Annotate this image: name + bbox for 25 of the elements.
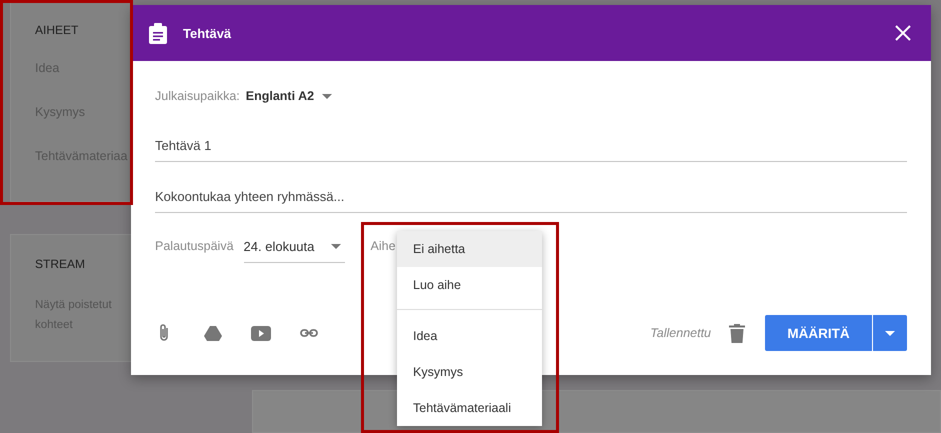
due-date-select[interactable]: 24. elokuuta	[244, 239, 345, 263]
class-selector[interactable]: Englanti A2	[246, 89, 314, 103]
clipboard-icon	[149, 22, 167, 44]
assign-button[interactable]: MÄÄRITÄ	[765, 315, 872, 351]
saved-status: Tallennettu	[650, 326, 711, 340]
dialog-title: Tehtävä	[183, 26, 232, 40]
instructions-field[interactable]: Kokoontukaa yhteen ryhmässä...	[155, 189, 907, 213]
title-field[interactable]: Tehtävä 1	[155, 138, 907, 162]
menu-item[interactable]: Ei aihetta	[397, 231, 542, 267]
close-button[interactable]	[893, 23, 913, 43]
drive-icon[interactable]	[203, 323, 223, 343]
card-heading: AIHEET	[35, 23, 80, 37]
card-heading: STREAM	[35, 257, 86, 271]
caret-icon	[885, 330, 895, 336]
caret-icon[interactable]	[322, 94, 332, 98]
video-icon[interactable]	[251, 323, 271, 343]
menu-item[interactable]: Tehtävämateriaali	[397, 390, 542, 426]
menu-item[interactable]: Luo aihe	[397, 267, 542, 303]
due-date-label: Palautuspäivä	[155, 239, 234, 253]
post-to-label: Julkaisupaikka:	[155, 89, 240, 103]
menu-item[interactable]: Kysymys	[397, 354, 542, 390]
topic-label: Aihe	[370, 239, 396, 253]
trash-icon[interactable]	[729, 324, 745, 342]
caret-icon	[330, 244, 341, 249]
menu-item[interactable]: Idea	[397, 318, 542, 354]
